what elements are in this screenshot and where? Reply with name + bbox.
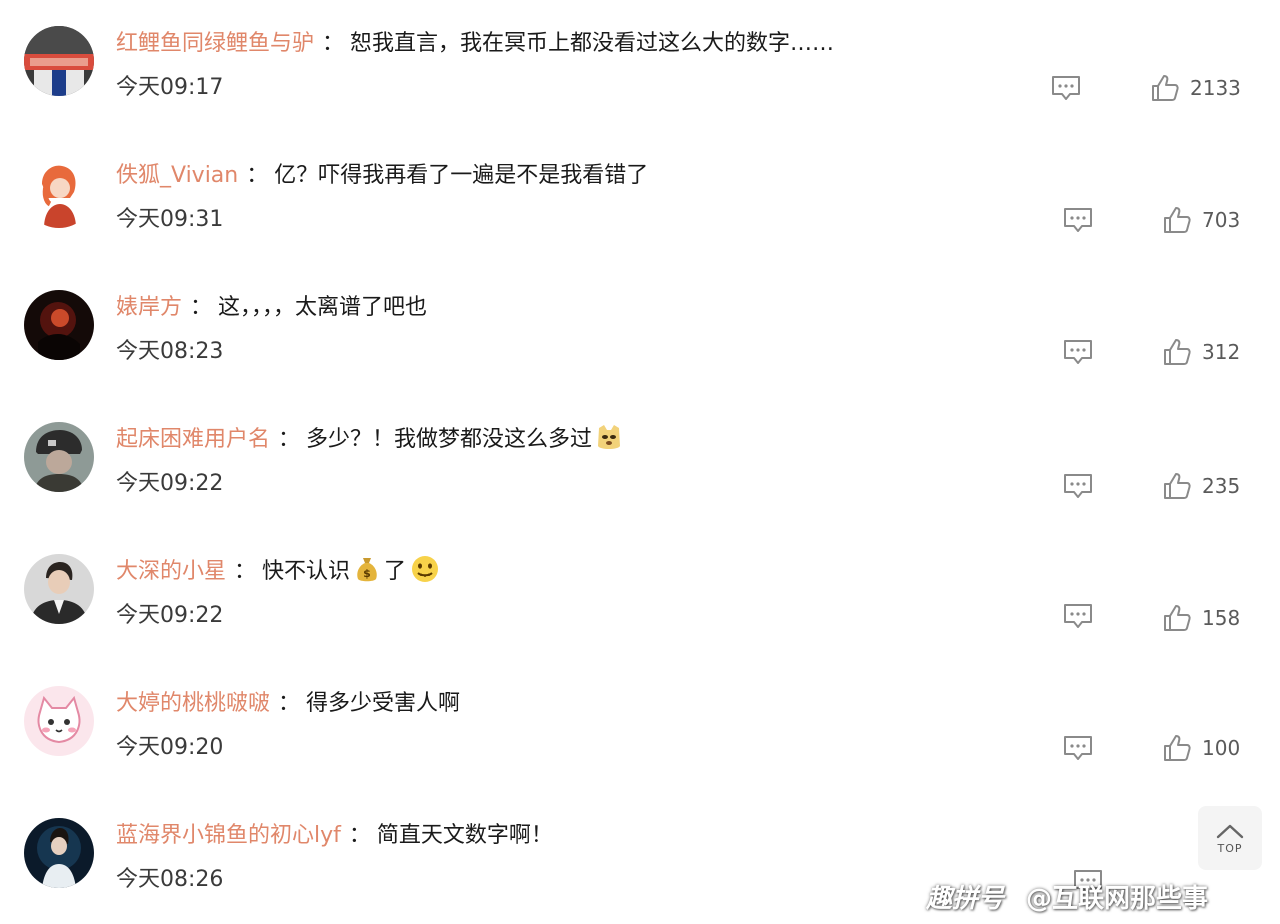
singer-avatar-icon[interactable] <box>24 818 94 888</box>
back-to-top-label: TOP <box>1217 841 1243 855</box>
comment-time: 今天09:22 <box>116 603 224 628</box>
zipped-mouth-emoji-icon <box>410 554 440 584</box>
like-count: 312 <box>1202 340 1241 364</box>
like-count: 158 <box>1202 606 1241 630</box>
like-button[interactable]: 703 <box>1162 204 1240 236</box>
comment-text: 得多少受害人啊 <box>306 691 461 716</box>
separator: ： <box>190 295 213 320</box>
like-count: 100 <box>1202 736 1241 760</box>
reply-button[interactable] <box>1062 734 1094 762</box>
comment-item: 大婷的桃桃啵啵 ：得多少受害人啊 今天09:20 100 <box>0 660 1280 792</box>
comment-content: 佚狐_Vivian ：亿？吓得我再看了一遍是不是我看错了 <box>116 158 648 194</box>
doge-emoji-icon <box>594 422 624 452</box>
comment-item: 大深的小星 ：快不认识 $ 了 今天09:22 158 <box>0 528 1280 660</box>
reply-button[interactable] <box>1050 74 1082 102</box>
like-count: 235 <box>1202 474 1241 498</box>
thumbs-up-icon <box>1164 473 1191 499</box>
comment-bubble-icon <box>1064 208 1092 232</box>
comment-list: 红鲤鱼同绿鲤鱼与驴：恕我直言，我在冥币上都没看过这么大的数字…… 今天09:17… <box>0 0 1280 918</box>
comment-text: 多少？！我做梦都没这么多过 <box>306 427 593 452</box>
username-link[interactable]: 婊岸方 <box>116 295 182 320</box>
separator: ： <box>234 559 257 584</box>
username-link[interactable]: 红鲤鱼同绿鲤鱼与驴 <box>116 31 314 56</box>
reply-button[interactable] <box>1062 602 1094 630</box>
watermark-brand: 趣拼号 <box>926 883 1005 914</box>
man-in-suit-avatar-icon[interactable] <box>24 554 94 624</box>
comment-text: 恕我直言，我在冥币上都没看过这么大的数字…… <box>350 31 835 56</box>
thumbs-up-icon <box>1152 75 1179 101</box>
comment-time: 今天08:23 <box>116 339 224 364</box>
username-link[interactable]: 蓝海界小锦鱼的初心lyf <box>116 823 341 848</box>
back-to-top-button[interactable]: TOP <box>1198 806 1262 870</box>
svg-text:$: $ <box>363 567 371 580</box>
thumbs-up-icon <box>1164 605 1191 631</box>
separator: ： <box>246 163 269 188</box>
separator: ： <box>278 427 301 452</box>
watermark-account: @互联网那些事 <box>1026 883 1209 914</box>
like-button[interactable]: 312 <box>1162 336 1240 368</box>
soldier-avatar-icon[interactable] <box>24 422 94 492</box>
pink-cat-avatar-icon[interactable] <box>24 686 94 756</box>
comment-content: 婊岸方 ：这，，，，太离谱了吧也 <box>116 290 427 326</box>
comment-content: 红鲤鱼同绿鲤鱼与驴 ：恕我直言，我在冥币上都没看过这么大的数字…… <box>116 26 834 62</box>
watermark: 趣拼号 @互联网那些事 <box>926 876 1208 916</box>
comment-item: 佚狐_Vivian ：亿？吓得我再看了一遍是不是我看错了 今天09:31 703 <box>0 132 1280 264</box>
like-count: 2133 <box>1190 76 1241 100</box>
comment-content: 大深的小星 ：快不认识 $ 了 <box>116 554 442 590</box>
comment-text-before: 快不认识 <box>262 559 351 584</box>
comment-item: 红鲤鱼同绿鲤鱼与驴 ：恕我直言，我在冥币上都没看过这么大的数字…… 今天09:17… <box>0 0 1280 132</box>
dark-silhouette-avatar-icon[interactable] <box>24 290 94 360</box>
comment-bubble-icon <box>1064 604 1092 628</box>
like-button[interactable]: 158 <box>1162 602 1240 634</box>
comment-bubble-icon <box>1064 474 1092 498</box>
username-link[interactable]: 起床困难用户名 <box>116 427 270 452</box>
thumbs-up-icon <box>1164 339 1191 365</box>
comment-item: 婊岸方 ：这，，，，太离谱了吧也 今天08:23 312 <box>0 264 1280 396</box>
like-button[interactable]: 100 <box>1162 732 1240 764</box>
comment-bubble-icon <box>1052 76 1080 100</box>
thumbs-up-icon <box>1164 207 1191 233</box>
chevron-up-icon <box>1216 824 1244 838</box>
reply-button[interactable] <box>1062 206 1094 234</box>
thumbs-up-icon <box>1164 735 1191 761</box>
comment-time: 今天08:26 <box>116 867 224 892</box>
separator: ： <box>348 823 371 848</box>
comment-time: 今天09:22 <box>116 471 224 496</box>
comment-text-after: 了 <box>384 559 407 584</box>
comment-bubble-icon <box>1064 736 1092 760</box>
badge-avatar-icon[interactable] <box>24 26 94 96</box>
separator: ： <box>278 691 301 716</box>
comment-item: 起床困难用户名 ：多少？！我做梦都没这么多过 今天09:22 235 <box>0 396 1280 528</box>
comment-content: 大婷的桃桃啵啵 ：得多少受害人啊 <box>116 686 460 722</box>
comment-text: 简直天文数字啊！ <box>376 823 553 848</box>
comment-text: 亿？吓得我再看了一遍是不是我看错了 <box>274 163 649 188</box>
comment-time: 今天09:31 <box>116 207 224 232</box>
username-link[interactable]: 大婷的桃桃啵啵 <box>116 691 270 716</box>
reply-button[interactable] <box>1062 338 1094 366</box>
comment-content: 起床困难用户名 ：多少？！我做梦都没这么多过 <box>116 422 626 458</box>
comment-content: 蓝海界小锦鱼的初心lyf ：简直天文数字啊！ <box>116 818 553 854</box>
username-link[interactable]: 大深的小星 <box>116 559 226 584</box>
red-hair-girl-avatar-icon[interactable] <box>24 158 94 228</box>
comment-bubble-icon <box>1064 340 1092 364</box>
reply-button[interactable] <box>1062 472 1094 500</box>
like-count: 703 <box>1202 208 1241 232</box>
username-link[interactable]: 佚狐_Vivian <box>116 163 238 188</box>
comment-text: 这，，，，太离谱了吧也 <box>218 295 428 320</box>
like-button[interactable]: 235 <box>1162 470 1240 502</box>
money-bag-emoji-icon: $ <box>352 554 382 584</box>
separator: ： <box>322 31 345 56</box>
comment-time: 今天09:20 <box>116 735 224 760</box>
comment-time: 今天09:17 <box>116 75 224 100</box>
like-button[interactable]: 2133 <box>1150 72 1241 104</box>
